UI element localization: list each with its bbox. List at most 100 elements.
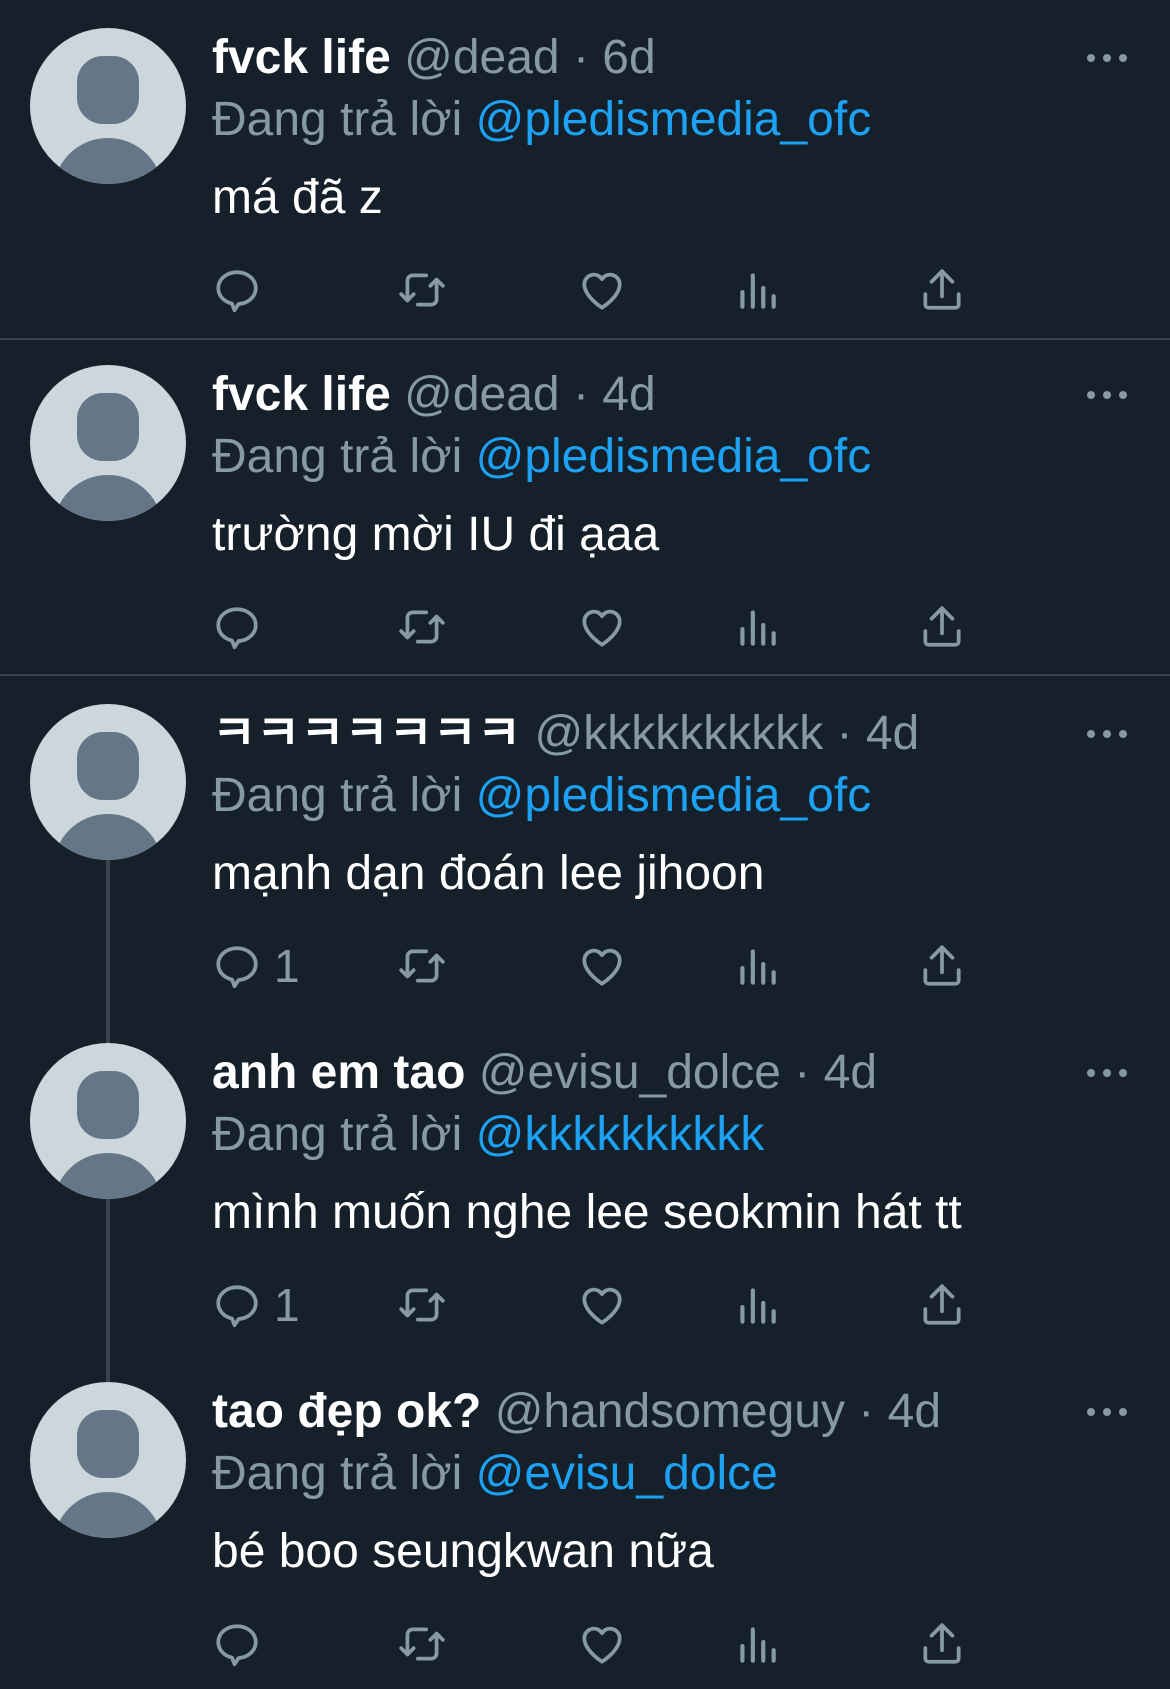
display-name[interactable]: anh em tao	[212, 1046, 465, 1099]
username[interactable]: @evisu_dolce	[479, 1046, 781, 1099]
reply-icon	[216, 1624, 258, 1667]
separator-dot: ·	[844, 1385, 888, 1438]
tweet-text: trường mời IU đi ạaa	[212, 508, 660, 561]
display-name[interactable]: fvck life	[212, 368, 391, 421]
username[interactable]: @dead	[404, 368, 560, 421]
avatar[interactable]	[30, 1043, 186, 1199]
timestamp[interactable]: 6d	[602, 31, 655, 84]
more-icon[interactable]	[1085, 377, 1129, 413]
views-button[interactable]	[732, 1277, 782, 1333]
share-button[interactable]	[917, 938, 967, 994]
tweet-header: anh em tao @evisu_dolce · 4d	[212, 1043, 877, 1103]
tweet[interactable]: fvck life @dead · 6d Đang trả lời @pledi…	[0, 0, 1170, 338]
reply-button[interactable]	[212, 262, 274, 318]
share-button[interactable]	[917, 1277, 967, 1333]
views-button[interactable]	[732, 599, 782, 655]
tweet-header: ㅋㅋㅋㅋㅋㅋㅋ @kkkkkkkkkk · 4d	[212, 704, 919, 764]
mention-link[interactable]: @pledismedia_ofc	[476, 769, 872, 822]
like-button[interactable]	[577, 938, 627, 994]
display-name[interactable]: fvck life	[212, 31, 391, 84]
views-icon	[740, 949, 776, 985]
action-bar	[212, 262, 1052, 318]
reply-icon	[216, 270, 258, 313]
username[interactable]: @dead	[404, 31, 560, 84]
reply-button[interactable]	[212, 599, 274, 655]
more-icon[interactable]	[1085, 716, 1129, 752]
mention-link[interactable]: @pledismedia_ofc	[476, 430, 872, 483]
more-icon[interactable]	[1085, 1394, 1129, 1430]
replying-label: Đang trả lời	[212, 1108, 463, 1161]
username[interactable]: @handsomeguy	[495, 1385, 845, 1438]
views-icon	[740, 1627, 776, 1663]
views-button[interactable]	[732, 938, 782, 994]
share-button[interactable]	[917, 1616, 967, 1672]
retweet-button[interactable]	[397, 1277, 447, 1333]
display-name[interactable]: ㅋㅋㅋㅋㅋㅋㅋ	[212, 707, 521, 760]
mention-link[interactable]: @kkkkkkkkkk	[476, 1108, 765, 1161]
views-button[interactable]	[732, 1616, 782, 1672]
retweet-button[interactable]	[397, 1616, 447, 1672]
views-button[interactable]	[732, 262, 782, 318]
reply-button[interactable]: 1	[212, 938, 300, 994]
separator-dot: ·	[559, 31, 603, 84]
reply-icon	[216, 946, 258, 989]
timestamp[interactable]: 4d	[888, 1385, 941, 1438]
tweet-header: fvck life @dead · 6d	[212, 28, 656, 88]
share-icon	[923, 269, 961, 310]
views-icon	[740, 610, 776, 646]
reply-icon	[216, 1285, 258, 1328]
thread-line	[106, 860, 110, 1016]
views-icon	[740, 1288, 776, 1324]
reply-count: 1	[274, 1279, 300, 1331]
timestamp[interactable]: 4d	[824, 1046, 877, 1099]
more-icon[interactable]	[1085, 40, 1129, 76]
retweet-button[interactable]	[397, 938, 447, 994]
timestamp[interactable]: 4d	[866, 707, 919, 760]
like-button[interactable]	[577, 1277, 627, 1333]
retweet-icon	[399, 610, 445, 644]
avatar[interactable]	[30, 704, 186, 860]
replying-to: Đang trả lời @pledismedia_ofc	[212, 90, 871, 150]
mention-link[interactable]: @pledismedia_ofc	[476, 93, 872, 146]
like-button[interactable]	[577, 262, 627, 318]
like-icon	[582, 609, 622, 647]
username[interactable]: @kkkkkkkkkk	[534, 707, 823, 760]
display-name[interactable]: tao đẹp ok?	[212, 1385, 481, 1438]
reply-feed: fvck life @dead · 6d Đang trả lời @pledi…	[0, 0, 1170, 1689]
tweet-text: má đã z	[212, 171, 383, 224]
like-button[interactable]	[577, 1616, 627, 1672]
avatar[interactable]	[30, 1382, 186, 1538]
replying-to: Đang trả lời @evisu_dolce	[212, 1444, 778, 1504]
retweet-icon	[399, 1288, 445, 1322]
share-button[interactable]	[917, 599, 967, 655]
share-button[interactable]	[917, 262, 967, 318]
tweet[interactable]: ㅋㅋㅋㅋㅋㅋㅋ @kkkkkkkkkk · 4d Đang trả lời @p…	[0, 676, 1170, 1016]
retweet-button[interactable]	[397, 262, 447, 318]
action-bar	[212, 599, 1052, 655]
separator-dot: ·	[559, 368, 603, 421]
share-icon	[923, 945, 961, 986]
avatar[interactable]	[30, 28, 186, 184]
retweet-button[interactable]	[397, 599, 447, 655]
share-icon	[923, 606, 961, 647]
retweet-icon	[399, 273, 445, 307]
reply-button[interactable]: 1	[212, 1277, 300, 1333]
action-bar: 1	[212, 1277, 1052, 1333]
tweet-header: fvck life @dead · 4d	[212, 365, 656, 425]
share-icon	[923, 1623, 961, 1664]
timestamp[interactable]: 4d	[602, 368, 655, 421]
action-bar	[212, 1616, 1052, 1672]
retweet-icon	[399, 949, 445, 983]
reply-button[interactable]	[212, 1616, 274, 1672]
tweet-header: tao đẹp ok? @handsomeguy · 4d	[212, 1382, 941, 1442]
separator-dot: ·	[780, 1046, 824, 1099]
tweet[interactable]: tao đẹp ok? @handsomeguy · 4d Đang trả l…	[0, 1354, 1170, 1689]
tweet[interactable]: anh em tao @evisu_dolce · 4d Đang trả lờ…	[0, 1015, 1170, 1354]
avatar[interactable]	[30, 365, 186, 521]
mention-link[interactable]: @evisu_dolce	[476, 1447, 778, 1500]
more-icon[interactable]	[1085, 1055, 1129, 1091]
tweet[interactable]: fvck life @dead · 4d Đang trả lời @pledi…	[0, 337, 1170, 675]
replying-label: Đang trả lời	[212, 430, 463, 483]
like-button[interactable]	[577, 599, 627, 655]
thread-line	[106, 1199, 110, 1354]
